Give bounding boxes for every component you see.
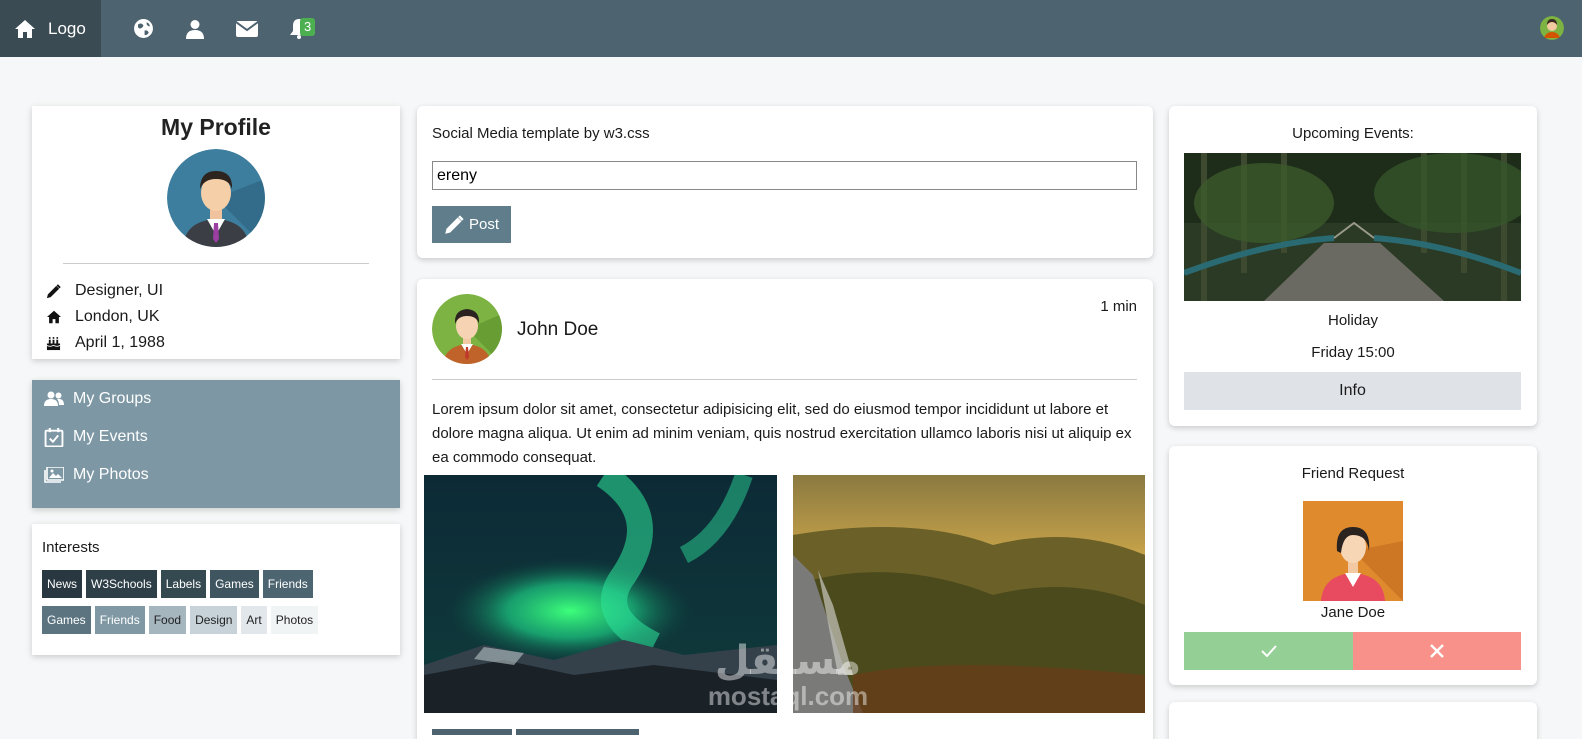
profile-location-row: London, UK — [46, 304, 400, 330]
users-icon — [44, 391, 64, 406]
friend-name: Jane Doe — [1320, 604, 1386, 621]
menu-item-label: My Photos — [73, 466, 149, 483]
profile-job-row: Designer, UI — [46, 278, 400, 304]
home-icon — [47, 310, 61, 324]
menu-item-groups[interactable]: My Groups — [32, 380, 400, 418]
watermark: مستقل mostaql.com — [688, 640, 888, 710]
event-date: Friday 15:00 — [1311, 344, 1395, 361]
profile-location: London, UK — [75, 308, 160, 325]
interest-tag[interactable]: News — [42, 570, 83, 598]
birthday-cake-icon — [46, 336, 61, 350]
logo-text: Logo — [48, 18, 86, 38]
profile-card: My Profile Designer, UI London, UK April… — [32, 106, 400, 359]
top-navbar: Logo 3 — [0, 0, 1582, 57]
accept-request-button[interactable] — [1184, 632, 1353, 670]
event-name: Holiday — [1327, 312, 1379, 329]
profile-divider — [63, 263, 369, 264]
notification-count-badge: 3 — [300, 18, 316, 36]
decline-request-button[interactable] — [1353, 632, 1521, 670]
advert-card — [1169, 702, 1537, 739]
photos-icon — [44, 467, 64, 483]
account-nav-button[interactable] — [169, 0, 221, 57]
interest-tag[interactable]: Games — [42, 606, 91, 634]
menu-item-label: My Groups — [73, 390, 152, 407]
watermark-arabic: مستقل — [714, 639, 862, 683]
profile-birthday-row: April 1, 1988 — [46, 330, 400, 356]
interest-tag[interactable]: Design — [190, 606, 238, 634]
watermark-latin: mostaql.com — [707, 681, 869, 711]
interest-tag[interactable]: Art — [241, 606, 267, 634]
home-logo-link[interactable]: Logo — [0, 0, 101, 57]
menu-item-events[interactable]: My Events — [32, 418, 400, 456]
interest-tag[interactable]: Photos — [270, 606, 319, 634]
post-divider — [432, 379, 1137, 380]
interests-card: Interests News W3Schools Labels Games Fr… — [32, 524, 400, 655]
post-body-text: Lorem ipsum dolor sit amet, consectetur … — [432, 401, 1132, 466]
comment-button[interactable] — [516, 729, 639, 735]
profile-birthday: April 1, 1988 — [75, 334, 165, 351]
profile-job: Designer, UI — [75, 282, 164, 299]
upcoming-events-card: Upcoming Events: Holiday Friday 15:00 In… — [1169, 106, 1537, 426]
left-menu: My Groups My Events My Photos — [32, 380, 400, 508]
interest-tag[interactable]: Games — [210, 570, 259, 598]
home-icon — [15, 19, 35, 38]
user-avatar-button[interactable] — [1540, 16, 1564, 40]
interests-title: Interests — [42, 539, 100, 556]
event-image-bridge — [1182, 153, 1534, 301]
globe-icon — [133, 19, 153, 38]
check-icon — [1260, 645, 1277, 657]
notifications-nav-button[interactable]: 3 — [273, 0, 325, 57]
post-composer: Social Media template by w3.css Post — [417, 106, 1153, 258]
close-icon — [1430, 644, 1444, 658]
profile-title: My Profile — [161, 114, 271, 140]
interest-tag[interactable]: Labels — [160, 570, 207, 598]
menu-item-photos[interactable]: My Photos — [32, 456, 400, 494]
profile-avatar — [167, 149, 265, 247]
pencil-icon — [46, 283, 61, 298]
friend-request-title: Friend Request — [1301, 465, 1405, 482]
messages-nav-button[interactable] — [221, 0, 273, 57]
interest-tag[interactable]: Food — [148, 606, 187, 634]
post-author-name[interactable]: John Doe — [517, 319, 598, 341]
menu-item-label: My Events — [73, 428, 148, 445]
event-info-button[interactable]: Info — [1184, 372, 1521, 410]
composer-title: Social Media template by w3.css — [432, 125, 650, 142]
status-input[interactable] — [432, 161, 1137, 190]
pencil-icon — [445, 214, 464, 234]
events-title: Upcoming Events: — [1292, 125, 1414, 142]
news-nav-button[interactable] — [117, 0, 169, 57]
calendar-check-icon — [44, 427, 64, 447]
interest-tag[interactable]: W3Schools — [86, 570, 157, 598]
interest-tag[interactable]: Friends — [94, 606, 145, 634]
friend-request-card: Friend Request Jane Doe — [1169, 446, 1537, 685]
post-button-label: Post — [468, 216, 499, 233]
friend-avatar — [1303, 501, 1403, 601]
interest-tag[interactable]: Friends — [262, 570, 313, 598]
like-button[interactable] — [432, 729, 512, 735]
avatar — [1540, 16, 1564, 40]
post-author-avatar — [432, 294, 502, 364]
envelope-icon — [236, 20, 258, 37]
post-timestamp: 1 min — [1100, 298, 1137, 315]
user-icon — [186, 19, 204, 39]
post-button[interactable]: Post — [432, 206, 511, 243]
